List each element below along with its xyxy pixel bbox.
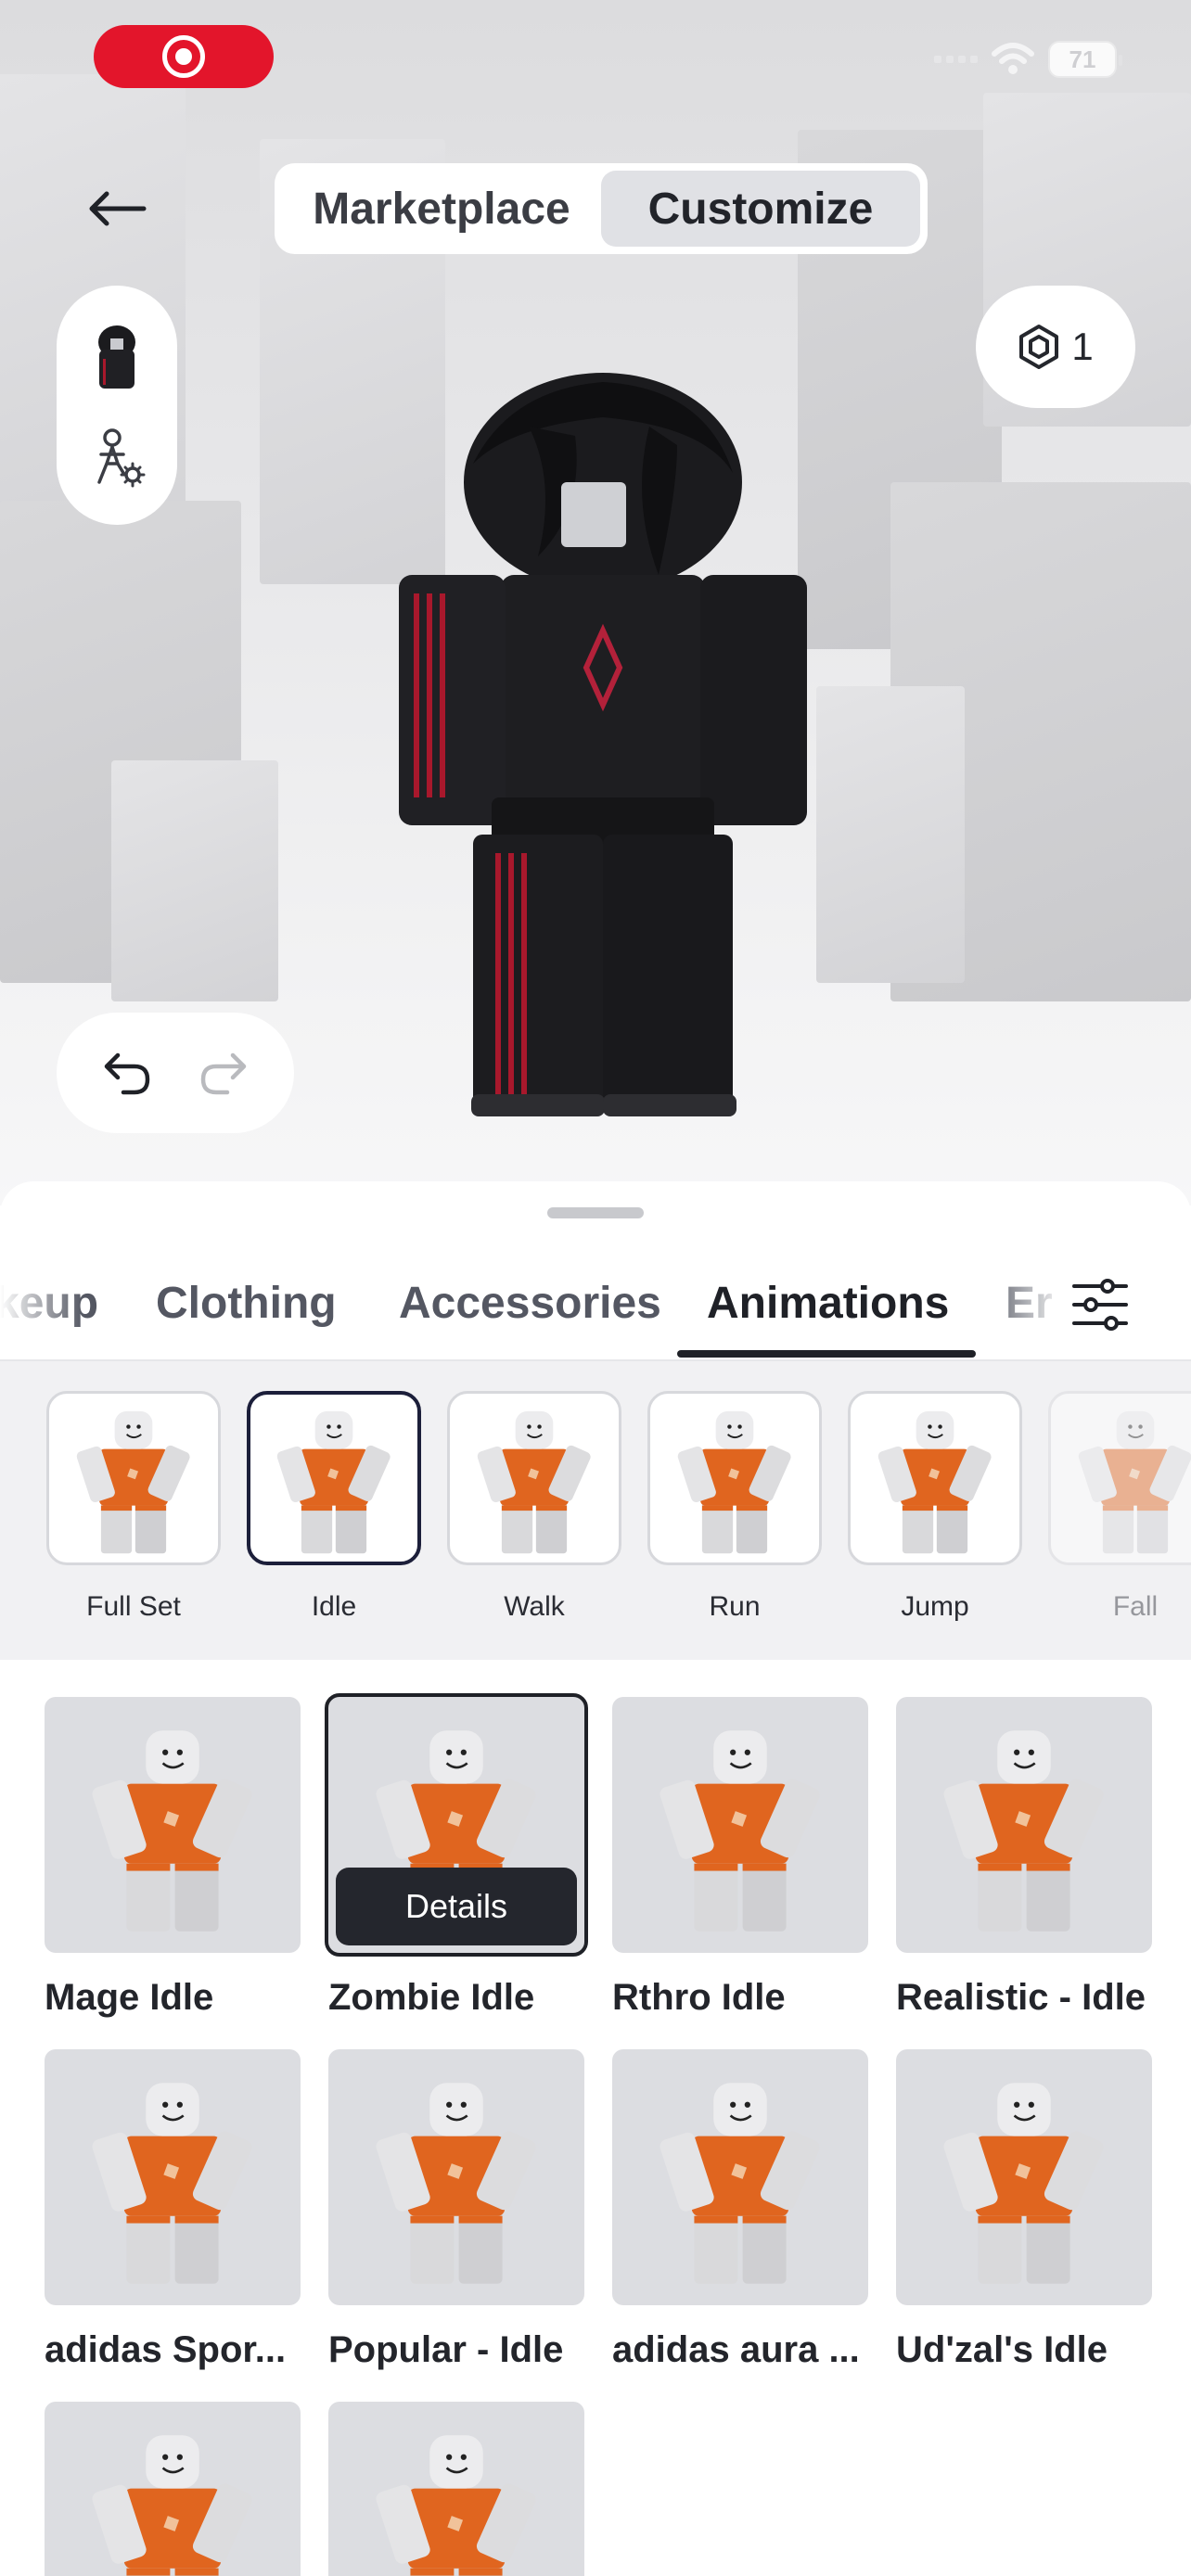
subcategory-label: Jump <box>901 1591 969 1622</box>
subcategory-thumbnail <box>247 1391 421 1565</box>
item-card[interactable]: Ud'zal's Idle <box>896 2049 1152 2371</box>
avatar-pose-image <box>89 1728 256 1933</box>
tab-marketplace[interactable]: Marketplace <box>282 171 601 247</box>
background-block <box>816 686 965 983</box>
avatar-pose-image <box>657 1728 824 1933</box>
status-bar: 71 <box>934 41 1122 78</box>
background-block <box>111 760 278 1001</box>
avatar-pose-image <box>941 2081 1108 2286</box>
item-thumbnail <box>612 2049 868 2305</box>
avatar-pose-image <box>89 2081 256 2286</box>
item-card[interactable]: Rthro Idle <box>612 1697 868 2019</box>
avatar-side-panel <box>57 286 177 525</box>
item-card[interactable]: Popular - Idle <box>328 2049 584 2371</box>
item-card[interactable] <box>45 2402 301 2576</box>
item-card[interactable]: Mage Idle <box>45 1697 301 2019</box>
item-thumbnail <box>328 2049 584 2305</box>
avatar-pose-image <box>675 1410 794 1555</box>
item-thumbnail <box>612 1697 868 1953</box>
subcategory-label: Idle <box>311 1591 357 1622</box>
subcategory-walk[interactable]: Walk <box>447 1391 621 1623</box>
subcategory-label: Fall <box>1112 1591 1159 1622</box>
tab-animations[interactable]: Animations <box>707 1246 949 1359</box>
avatar-pose-image <box>373 2081 540 2286</box>
tab-accessories[interactable]: Accessories <box>399 1246 661 1359</box>
tab-clothing[interactable]: Clothing <box>156 1246 337 1359</box>
subcategory-thumbnail <box>1048 1391 1191 1565</box>
item-name: Ud'zal's Idle <box>896 2329 1108 2370</box>
cellular-signal-icon <box>934 56 978 63</box>
avatar-preview-scene: 71 Marketplace Customize 1 <box>0 0 1191 1205</box>
undo-redo-controls <box>57 1013 294 1133</box>
item-card[interactable]: adidas aura ... <box>612 2049 868 2371</box>
item-name: Popular - Idle <box>328 2329 564 2370</box>
back-button[interactable] <box>78 172 156 246</box>
mode-segmented-control: Marketplace Customize <box>275 163 928 254</box>
wifi-icon <box>992 43 1034 74</box>
avatar-pose-image <box>475 1410 594 1555</box>
screen-recording-indicator <box>94 25 274 88</box>
avatar-pose-image <box>74 1410 193 1555</box>
subcategory-label: Run <box>709 1591 761 1622</box>
robux-balance-button[interactable]: 1 <box>976 286 1135 408</box>
tabs-fade <box>983 1246 1067 1359</box>
item-thumbnail: Details <box>325 1693 588 1957</box>
item-card[interactable]: Details Zombie Idle <box>325 1693 588 2019</box>
item-thumbnail <box>45 2402 301 2576</box>
subcategory-fall[interactable]: Fall <box>1048 1391 1191 1623</box>
subcategory-jump[interactable]: Jump <box>848 1391 1022 1623</box>
filter-button[interactable] <box>1057 1267 1143 1343</box>
customize-bottom-sheet: keup Clothing Accessories Animations Er … <box>0 1181 1191 2576</box>
avatar-pose-image <box>373 2433 540 2576</box>
tabs-fade <box>0 1246 83 1359</box>
subcategory-thumbnail <box>447 1391 621 1565</box>
avatar-pose-image <box>89 2433 256 2576</box>
subcategory-thumbnail <box>848 1391 1022 1565</box>
tab-customize[interactable]: Customize <box>601 171 920 247</box>
details-button[interactable]: Details <box>336 1868 577 1945</box>
item-name: adidas aura ... <box>612 2329 860 2370</box>
avatar-pose-image <box>876 1410 994 1555</box>
avatar-pose-image <box>275 1410 393 1555</box>
item-name: adidas Spor... <box>45 2329 287 2370</box>
filter-sliders-icon <box>1072 1279 1128 1331</box>
item-thumbnail <box>328 2402 584 2576</box>
animation-items-grid: Mage Idle Details Zombie Idle Rthro Idle… <box>0 1660 1191 2576</box>
animation-subcategories: Full Set Idle Walk Run Jump Fall <box>0 1361 1191 1660</box>
battery-indicator: 71 <box>1048 41 1122 78</box>
subcategory-label: Full Set <box>86 1591 181 1622</box>
avatar-model[interactable] <box>371 371 816 1131</box>
item-thumbnail <box>896 1697 1152 1953</box>
avatar-settings-icon[interactable] <box>88 427 146 490</box>
item-card[interactable]: adidas Spor... <box>45 2049 301 2371</box>
avatar-thumbnail-icon[interactable] <box>90 322 144 392</box>
subcategory-idle[interactable]: Idle <box>247 1391 421 1623</box>
item-name: Rthro Idle <box>612 1977 786 2018</box>
back-arrow-icon <box>89 191 147 226</box>
redo-icon[interactable] <box>198 1050 250 1096</box>
subcategory-label: Walk <box>504 1591 565 1622</box>
robux-count: 1 <box>1071 325 1094 368</box>
item-name: Zombie Idle <box>328 1977 535 2018</box>
subcategory-run[interactable]: Run <box>647 1391 822 1623</box>
undo-icon[interactable] <box>101 1050 153 1096</box>
avatar-pose-image <box>657 2081 824 2286</box>
robux-icon <box>1019 325 1059 369</box>
item-thumbnail <box>45 1697 301 1953</box>
item-card[interactable] <box>328 2402 584 2576</box>
item-name: Mage Idle <box>45 1977 214 2018</box>
item-thumbnail <box>896 2049 1152 2305</box>
item-thumbnail <box>45 2049 301 2305</box>
sheet-drag-handle[interactable] <box>547 1207 644 1218</box>
record-icon <box>162 35 205 78</box>
item-name: Realistic - Idle <box>896 1977 1146 2018</box>
subcategory-thumbnail <box>46 1391 221 1565</box>
avatar-pose-image <box>1076 1410 1191 1555</box>
active-tab-indicator <box>677 1350 976 1358</box>
subcategory-thumbnail <box>647 1391 822 1565</box>
avatar-pose-image <box>941 1728 1108 1933</box>
subcategory-full-set[interactable]: Full Set <box>46 1391 221 1623</box>
item-card[interactable]: Realistic - Idle <box>896 1697 1152 2019</box>
